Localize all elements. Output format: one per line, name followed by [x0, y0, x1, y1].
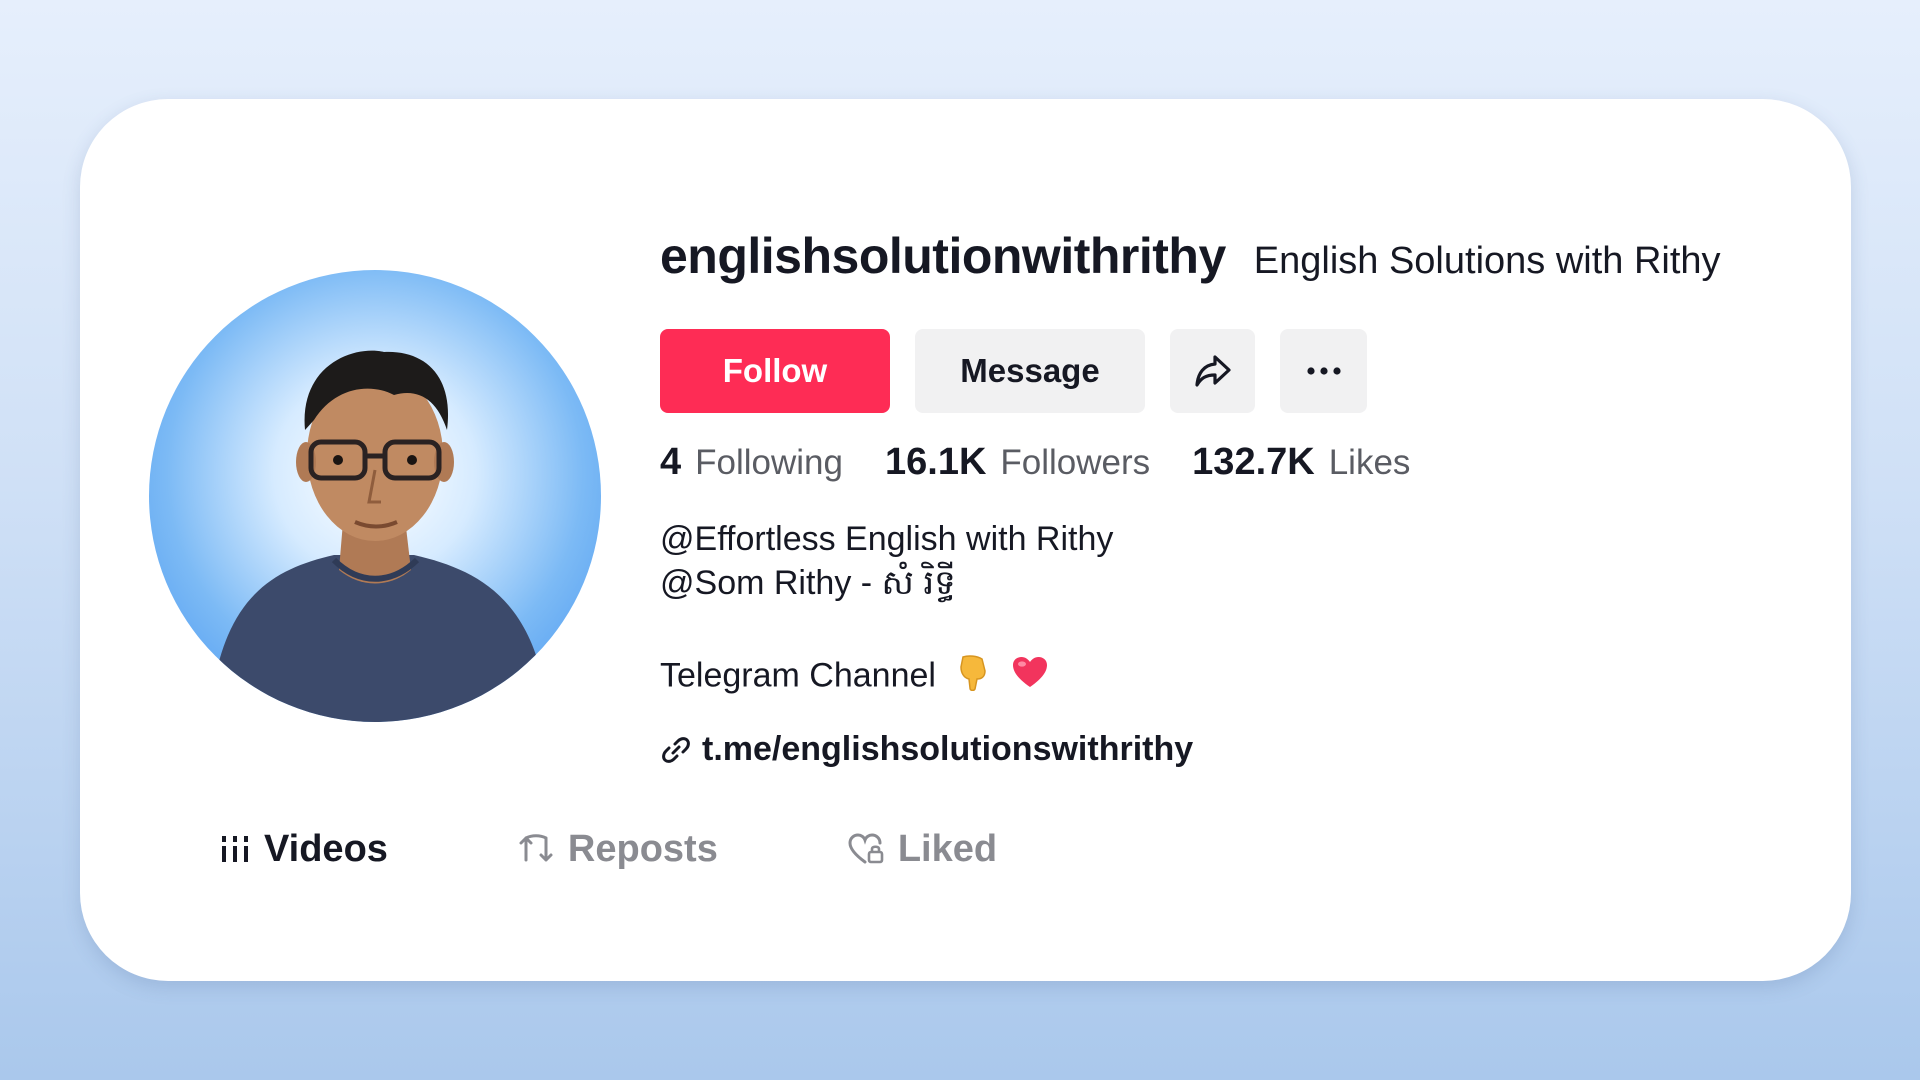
likes-label: Likes: [1328, 443, 1411, 482]
bio-line-2: @Som Rithy - សំ រិទ្ធី: [660, 564, 956, 602]
bio: @Effortless English with Rithy @Som Rith…: [660, 517, 1791, 702]
bio-telegram-text: Telegram Channel: [660, 656, 936, 695]
profile-tabs: Videos Reposts Liked: [220, 819, 1127, 879]
profile-info: englishsolutionwithrithy English Solutio…: [660, 227, 1791, 769]
tab-videos-label: Videos: [264, 827, 388, 870]
grid-icon: [222, 836, 248, 862]
following-label[interactable]: Following: [695, 443, 843, 483]
tab-reposts[interactable]: Reposts: [518, 828, 718, 871]
follow-button[interactable]: Follow: [660, 329, 890, 413]
bio-line-3: Telegram Channel: [660, 653, 1791, 702]
tab-reposts-label: Reposts: [567, 827, 718, 870]
display-name: English Solutions with Rithy: [1253, 240, 1721, 282]
heart-lock-icon: [848, 833, 884, 864]
link-icon: [662, 736, 690, 763]
avatar[interactable]: [149, 270, 601, 722]
followers-label[interactable]: Followers: [1000, 443, 1150, 483]
action-buttons: Follow Message: [660, 329, 1791, 413]
share-icon: [1194, 355, 1231, 387]
following-count[interactable]: 4: [660, 441, 681, 484]
more-icon: [1306, 367, 1341, 375]
profile-link[interactable]: t.me/englishsolutionswithrithy: [660, 730, 1791, 769]
tab-liked-label: Liked: [897, 827, 998, 870]
likes-count: 132.7K: [1192, 441, 1315, 483]
tab-liked[interactable]: Liked: [848, 828, 997, 871]
name-row: englishsolutionwithrithy English Solutio…: [660, 227, 1791, 307]
message-button[interactable]: Message: [915, 329, 1145, 413]
followers-count[interactable]: 16.1K: [885, 441, 986, 484]
bio-line-1: @Effortless English with Rithy: [660, 520, 1114, 558]
heart-icon: [1011, 655, 1049, 700]
repost-icon: [519, 834, 553, 862]
more-button[interactable]: [1280, 329, 1367, 413]
profile-card: englishsolutionwithrithy English Solutio…: [80, 99, 1851, 981]
profile-link-text[interactable]: t.me/englishsolutionswithrithy: [702, 730, 1193, 769]
tab-videos[interactable]: Videos: [220, 828, 388, 871]
avatar-portrait: [209, 350, 549, 722]
pointing-down-icon: [955, 653, 991, 702]
username: englishsolutionwithrithy: [660, 228, 1226, 284]
share-button[interactable]: [1170, 329, 1255, 413]
profile-stats: 4 Following 16.1K Followers 132.7K Likes: [660, 441, 1791, 497]
